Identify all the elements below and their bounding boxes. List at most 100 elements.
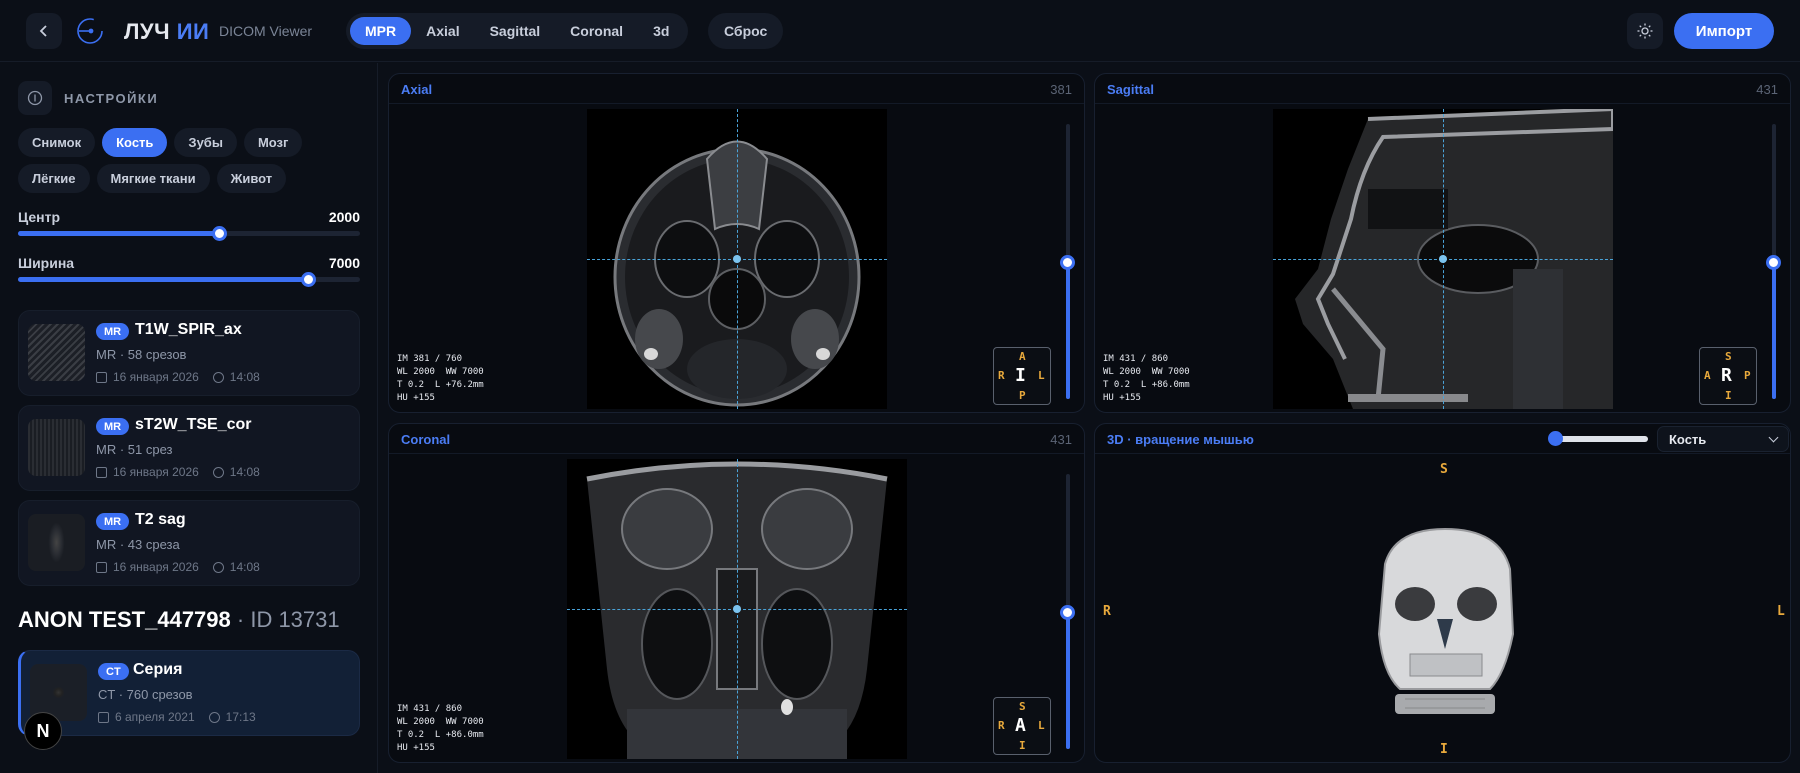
import-button[interactable]: Импорт (1674, 13, 1774, 49)
orient-top: S (1440, 462, 1448, 477)
viewport-title: Sagittal (1107, 82, 1154, 97)
settings-toggle-button[interactable] (18, 81, 52, 115)
clock-icon (212, 561, 224, 573)
clock-icon (208, 711, 220, 723)
tab-coronal[interactable]: Coronal (555, 17, 638, 45)
slice-count: 431 (1756, 82, 1778, 97)
orient-right: P (1744, 369, 1751, 382)
center-slider[interactable] (18, 226, 360, 241)
patient-name: ANON TEST_447798 (18, 607, 231, 632)
orient-center: I (1015, 365, 1026, 386)
modality-badge: MR (96, 513, 130, 530)
skull-3d-render[interactable] (1365, 524, 1525, 724)
series-datetime: 16 января 2026 14:08 (96, 465, 260, 479)
settings-label: НАСТРОЙКИ (64, 90, 159, 106)
preset-snimok[interactable]: Снимок (18, 128, 96, 157)
back-button[interactable] (26, 13, 62, 49)
modality-badge: MR (96, 418, 130, 435)
orientation-cube: A R I L P (993, 347, 1051, 405)
rotation-slider[interactable] (1548, 431, 1648, 446)
slice-slider-fill (1066, 261, 1070, 399)
reset-button[interactable]: Сброс (708, 13, 784, 49)
preset-bone[interactable]: Кость (102, 128, 168, 157)
calendar-icon (98, 711, 109, 723)
series-name: Серия (133, 661, 183, 678)
theme-toggle-button[interactable] (1627, 13, 1663, 49)
series-card[interactable]: MR T2 sag MR · 43 среза 16 января 2026 14… (18, 500, 360, 586)
preset-brain[interactable]: Мозг (243, 128, 303, 157)
preset-teeth[interactable]: Зубы (174, 128, 237, 157)
coronal-slice-slider[interactable] (1060, 474, 1075, 749)
center-slider-knob[interactable] (211, 226, 227, 241)
tab-axial[interactable]: Axial (411, 17, 474, 45)
sun-icon (1637, 23, 1653, 39)
tab-mpr[interactable]: MPR (350, 17, 412, 45)
rotation-slider-knob[interactable] (1548, 431, 1563, 446)
coronal-image[interactable] (567, 459, 907, 759)
dev-tools-badge[interactable]: N (24, 712, 62, 750)
preset-list: Снимок Кость Зубы Мозг Лёгкие Мягкие тка… (18, 128, 363, 193)
coronal-viewport[interactable]: Coronal 431 IM 431 / 860 WL 2000 WW 7000… (388, 423, 1085, 763)
viewport-title: 3D · вращение мышью (1107, 432, 1254, 447)
series-name: sT2W_TSE_cor (135, 416, 252, 433)
slice-slider-knob[interactable] (1060, 604, 1075, 620)
series-name: T2 sag (135, 511, 186, 528)
width-slider[interactable] (18, 272, 360, 287)
tab-3d[interactable]: 3d (638, 17, 684, 45)
crosshair-center[interactable] (733, 255, 741, 263)
orient-top: S (1725, 350, 1732, 363)
logo-main: ЛУЧ (124, 19, 171, 44)
viewport-header: Axial 381 (389, 74, 1084, 104)
logo-icon (77, 18, 103, 44)
preset-lungs[interactable]: Лёгкие (18, 164, 90, 193)
series-card[interactable]: MR sT2W_TSE_cor MR · 51 срез 16 января 2… (18, 405, 360, 491)
axial-image[interactable] (587, 109, 887, 409)
dicom-overlay-info: IM 381 / 760 WL 2000 WW 7000 T 0.2 L +76… (397, 354, 484, 403)
tab-sagittal[interactable]: Sagittal (475, 17, 556, 45)
series-datetime: 16 января 2026 14:08 (96, 370, 260, 384)
active-series-card[interactable]: CT Серия CT · 760 срезов 6 апреля 2021 17… (18, 650, 360, 736)
preset-abdomen[interactable]: Живот (216, 164, 287, 193)
series-date: 6 апреля 2021 (115, 710, 195, 724)
slice-slider-knob[interactable] (1060, 254, 1075, 270)
preset-soft-tissue[interactable]: Мягкие ткани (96, 164, 210, 193)
sagittal-image[interactable] (1273, 109, 1613, 409)
chevron-down-icon (1768, 432, 1779, 443)
orient-left: R (998, 719, 1005, 732)
axial-viewport[interactable]: Axial 381 IM 381 / 760 WL 2000 WW 7000 T… (388, 73, 1085, 413)
axial-slice-slider[interactable] (1060, 124, 1075, 399)
volume-3d-viewport[interactable]: 3D · вращение мышью Кость S R L I (1094, 423, 1791, 763)
orientation-cube: S A R P I (1699, 347, 1757, 405)
logo-ai: ИИ (176, 19, 210, 44)
clock-icon (212, 371, 224, 383)
slice-slider-knob[interactable] (1766, 254, 1781, 270)
series-name: T1W_SPIR_ax (135, 321, 242, 338)
orientation-cube: S R A L I (993, 697, 1051, 755)
series-date: 16 января 2026 (113, 560, 199, 574)
series-card[interactable]: MR T1W_SPIR_ax MR · 58 срезов 16 января … (18, 310, 360, 396)
orient-right: L (1038, 719, 1045, 732)
orient-top: S (1019, 700, 1026, 713)
width-value: 7000 (328, 255, 360, 271)
slice-slider-fill (1066, 611, 1070, 749)
width-label: Ширина (18, 255, 75, 271)
chevron-left-icon (39, 25, 47, 37)
crosshair-center[interactable] (1439, 255, 1447, 263)
orient-right: L (1038, 369, 1045, 382)
modality-badge: MR (96, 323, 130, 340)
render-preset-select[interactable]: Кость (1657, 426, 1789, 452)
orient-left: R (998, 369, 1005, 382)
series-meta: MR · 43 среза (96, 537, 180, 552)
slice-count: 381 (1050, 82, 1072, 97)
viewport-header: Coronal 431 (389, 424, 1084, 454)
width-slider-knob[interactable] (300, 272, 316, 287)
series-datetime: 16 января 2026 14:08 (96, 560, 260, 574)
series-meta: CT · 760 срезов (98, 687, 193, 702)
series-time: 14:08 (229, 560, 260, 574)
series-time: 14:08 (229, 465, 260, 479)
crosshair-center[interactable] (733, 605, 741, 613)
sagittal-slice-slider[interactable] (1766, 124, 1781, 399)
app-logo: ЛУЧ ИИ (124, 19, 209, 45)
clock-icon (212, 466, 224, 478)
sagittal-viewport[interactable]: Sagittal 431 IM 431 / 860 WL 2000 WW 700… (1094, 73, 1791, 413)
